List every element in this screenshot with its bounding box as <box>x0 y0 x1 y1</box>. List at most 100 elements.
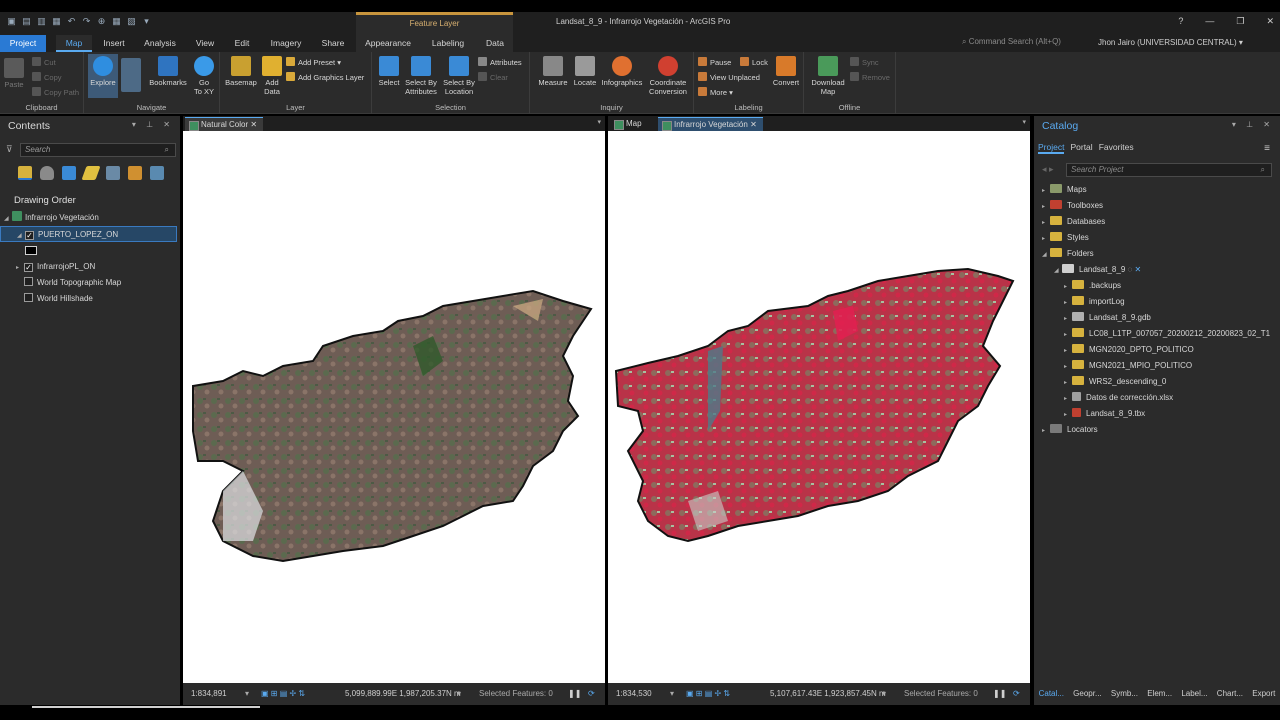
more-button[interactable]: More ▾ <box>698 87 733 97</box>
catalog-pane-controls[interactable]: ▾ ⊥ ✕ <box>1232 120 1274 129</box>
layer-puerto-lopez[interactable]: ◢ ✓ PUERTO_LOPEZ_ON <box>0 226 177 242</box>
remove-connection-icon[interactable]: ✕ <box>1135 265 1142 274</box>
tab-analysis[interactable]: Analysis <box>140 35 180 52</box>
locate-button[interactable]: Locate <box>570 56 600 87</box>
measure-button[interactable]: Measure <box>536 56 570 87</box>
catalog-item-landsat-folder[interactable]: ◢ Landsat_8_9 ◌ ✕ <box>1054 262 1141 278</box>
command-search[interactable]: ⌕ Command Search (Alt+Q) <box>962 37 1092 50</box>
tab-list-dropdown-icon[interactable]: ▾ <box>597 118 601 126</box>
collapse-triangle-icon[interactable]: ◢ <box>1042 247 1050 263</box>
expand-triangle-icon[interactable]: ▸ <box>1064 359 1072 375</box>
expand-triangle-icon[interactable]: ▸ <box>1064 343 1072 359</box>
basemap-button[interactable]: Basemap <box>224 56 258 87</box>
attributes-button[interactable]: Attributes <box>478 57 522 67</box>
catalog-item-toolboxes[interactable]: ▸ Toolboxes <box>1042 198 1103 214</box>
expand-triangle-icon[interactable]: ▸ <box>1064 295 1072 311</box>
customize-icon[interactable]: ▾ <box>141 16 152 27</box>
expand-triangle-icon[interactable]: ▸ <box>1064 311 1072 327</box>
tab-imagery[interactable]: Imagery <box>266 35 306 52</box>
coordinate-format-dropdown-icon[interactable]: ▾ <box>457 683 461 705</box>
goto-xy-button[interactable]: Go To XY <box>190 56 218 96</box>
expand-triangle-icon[interactable]: ▸ <box>1064 375 1072 391</box>
polygon-symbol-swatch[interactable] <box>25 246 37 255</box>
pause-drawing-icon[interactable]: ❚❚ <box>993 683 1006 705</box>
refresh-icon[interactable]: ⟳ <box>588 683 595 705</box>
catalog-item-tbx[interactable]: ▸ Landsat_8_9.tbx <box>1064 406 1145 422</box>
tab-natural-color[interactable]: Natural Color ✕ <box>185 117 264 131</box>
explore-button[interactable]: Explore <box>88 54 118 98</box>
tab-map[interactable]: Map <box>610 117 648 131</box>
redo-icon[interactable]: ↷ <box>81 16 92 27</box>
selected-features-count[interactable]: Selected Features: 0 <box>904 683 978 705</box>
save-icon[interactable]: ▦ <box>51 16 62 27</box>
catalog-item-styles[interactable]: ▸ Styles <box>1042 230 1089 246</box>
catalog-search-input[interactable]: Search Project ⌕ <box>1066 163 1272 177</box>
expand-triangle-icon[interactable]: ▸ <box>1064 407 1072 423</box>
bookmarks-button[interactable]: Bookmarks <box>146 56 190 87</box>
tab-list-dropdown-icon[interactable]: ▾ <box>1022 118 1026 126</box>
map-scale[interactable]: 1:834,530 <box>616 683 652 705</box>
download-map-button[interactable]: Download Map <box>808 56 848 96</box>
tab-project[interactable]: Project <box>0 35 46 52</box>
layer-world-hillshade[interactable]: World Hillshade <box>0 291 180 307</box>
restore-button[interactable]: ❐ <box>1236 16 1244 27</box>
catalog-tab-favorites[interactable]: Favorites <box>1099 142 1134 154</box>
visibility-checkbox[interactable] <box>24 293 33 302</box>
catalog-item-folders[interactable]: ◢ Folders <box>1042 246 1094 262</box>
expand-triangle-icon[interactable]: ▸ <box>1042 215 1050 231</box>
new-project-icon[interactable]: ▤ <box>21 16 32 27</box>
view-unplaced-button[interactable]: View Unplaced <box>698 72 760 82</box>
add-graphics-layer-button[interactable]: Add Graphics Layer <box>286 72 364 82</box>
select-by-location-button[interactable]: Select By Location <box>440 56 478 96</box>
tab-insert[interactable]: Insert <box>98 35 130 52</box>
scale-dropdown-icon[interactable]: ▾ <box>245 683 249 705</box>
catalog-item-mgn2020[interactable]: ▸ MGN2020_DPTO_POLITICO <box>1064 342 1194 358</box>
expand-triangle-icon[interactable]: ▸ <box>1042 199 1050 215</box>
copy-button[interactable]: Copy <box>32 72 62 82</box>
add-data-button[interactable]: Add Data <box>260 56 284 96</box>
catalog-item-gdb[interactable]: ▸ Landsat_8_9.gdb <box>1064 310 1151 326</box>
catalog-item-backups[interactable]: ▸ .backups <box>1064 278 1121 294</box>
collapse-triangle-icon[interactable]: ◢ <box>4 211 12 227</box>
convert-button[interactable]: Convert <box>770 56 802 87</box>
cut-button[interactable]: Cut <box>32 57 56 67</box>
contents-search-input[interactable]: Search ⌕ <box>20 143 176 157</box>
help-button[interactable]: ? <box>1178 16 1183 27</box>
infographics-button[interactable]: Infographics <box>600 56 644 87</box>
tab-labeling[interactable]: Labeling <box>426 35 470 52</box>
list-by-labeling-icon[interactable] <box>128 166 142 180</box>
bottom-tab-catalog[interactable]: Catal... <box>1039 683 1064 705</box>
tab-share[interactable]: Share <box>316 35 350 52</box>
expand-triangle-icon[interactable]: ▸ <box>1042 231 1050 247</box>
visibility-checkbox[interactable]: ✓ <box>24 263 33 272</box>
expand-triangle-icon[interactable]: ▸ <box>1064 327 1072 343</box>
remove-button[interactable]: Remove <box>850 72 890 82</box>
close-tab-icon[interactable]: ✕ <box>250 120 257 129</box>
bottom-tab-export[interactable]: Export <box>1252 683 1275 705</box>
list-by-snapping-icon[interactable] <box>106 166 120 180</box>
copy-path-button[interactable]: Copy Path <box>32 87 79 97</box>
bottom-tab-labeling[interactable]: Label... <box>1181 683 1207 705</box>
expand-triangle-icon[interactable]: ▸ <box>1064 279 1072 295</box>
back-icon[interactable]: ◂ ▸ <box>1042 164 1054 175</box>
bottom-tab-symbology[interactable]: Symb... <box>1111 683 1138 705</box>
layer-infrarrojopl[interactable]: ▸ ✓ InfrarrojoPL_ON <box>0 259 180 275</box>
refresh-icon[interactable]: ⟳ <box>1013 683 1020 705</box>
coordinate-conversion-button[interactable]: Coordinate Conversion <box>646 56 690 96</box>
layout-icon[interactable]: ▧ <box>126 16 137 27</box>
sync-button[interactable]: Sync <box>850 57 879 67</box>
catalog-item-importlog[interactable]: ▸ importLog <box>1064 294 1125 310</box>
list-by-drawing-order-icon[interactable] <box>18 166 32 180</box>
clear-button[interactable]: Clear <box>478 72 508 82</box>
bottom-tab-geoprocessing[interactable]: Geopr... <box>1073 683 1101 705</box>
pause-button[interactable]: Pause <box>698 57 731 67</box>
catalog-item-lc08[interactable]: ▸ LC08_L1TP_007057_20200212_20200823_02_T… <box>1064 326 1270 342</box>
minimize-button[interactable]: — <box>1205 16 1214 27</box>
selected-features-count[interactable]: Selected Features: 0 <box>479 683 553 705</box>
close-tab-icon[interactable]: ✕ <box>750 120 757 129</box>
layer-world-topographic[interactable]: World Topographic Map <box>0 275 180 291</box>
close-button[interactable]: ✕ <box>1266 16 1274 27</box>
map-view-infrarrojo[interactable]: Map Infrarrojo Vegetación ✕ ▾ 1:834,530 … <box>608 116 1030 705</box>
bottom-tab-chart[interactable]: Chart... <box>1217 683 1243 705</box>
user-account[interactable]: Jhon Jairo (UNIVERSIDAD CENTRAL) ▾ <box>1098 38 1243 47</box>
